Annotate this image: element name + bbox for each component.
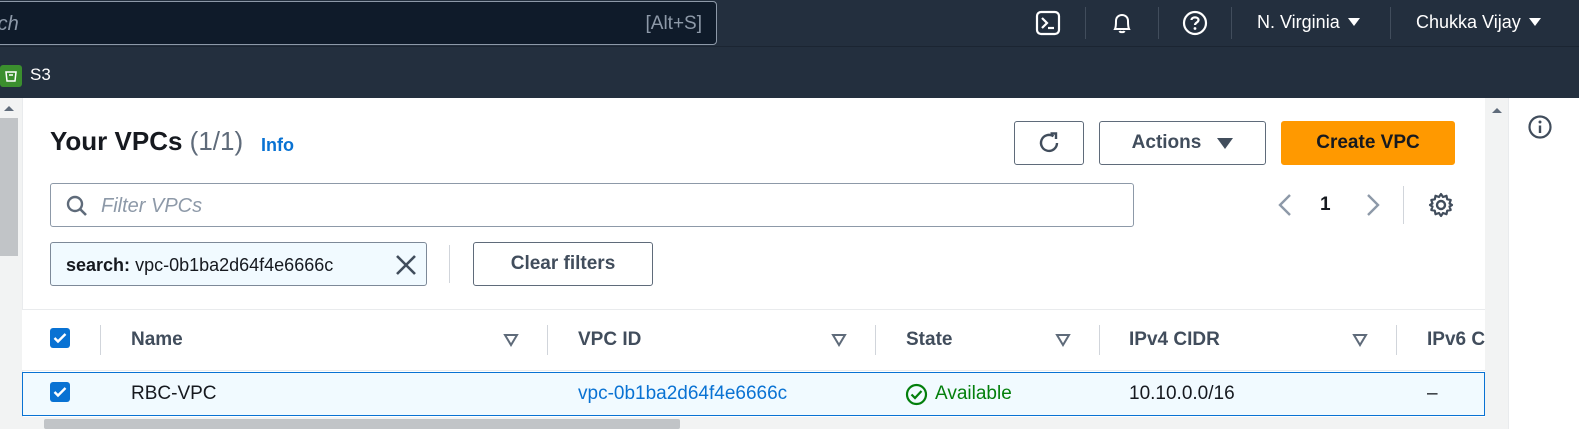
scrollbar-thumb[interactable] [0, 118, 18, 256]
cloudshell-icon[interactable] [1033, 8, 1063, 38]
column-header-name[interactable]: Name [131, 329, 183, 351]
horizontal-scrollbar[interactable] [22, 417, 1485, 429]
next-page-icon[interactable] [1364, 192, 1382, 218]
right-scrollbar[interactable] [1485, 98, 1509, 429]
cell-name: RBC-VPC [131, 383, 217, 404]
caret-down-icon [1217, 137, 1234, 149]
create-vpc-label: Create VPC [1316, 132, 1420, 153]
select-all-checkbox[interactable] [50, 328, 70, 348]
global-search-input[interactable]: rch [Alt+S] [0, 1, 717, 45]
refresh-button[interactable] [1014, 121, 1084, 165]
remove-filter-icon[interactable] [394, 253, 418, 277]
filter-token: search: vpc-0b1ba2d64f4e6666c [50, 242, 427, 286]
filter-token-value: vpc-0b1ba2d64f4e6666c [135, 255, 334, 275]
column-divider [1099, 325, 1100, 355]
cell-vpc-id-link[interactable]: vpc-0b1ba2d64f4e6666c [578, 383, 787, 405]
help-panel-rail [1509, 98, 1579, 429]
nav-divider [1390, 7, 1391, 39]
caret-down-icon [1347, 18, 1360, 26]
cell-state: Available [935, 383, 1012, 404]
service-favorites-bar [0, 46, 1579, 98]
s3-service-link[interactable]: S3 [30, 65, 51, 85]
column-header-state[interactable]: State [906, 329, 952, 351]
sort-icon[interactable] [831, 333, 847, 347]
caret-down-icon [1528, 18, 1541, 26]
row-checkbox[interactable] [50, 382, 70, 402]
current-page-number[interactable]: 1 [1320, 194, 1331, 216]
search-placeholder: rch [0, 13, 19, 35]
region-selector[interactable]: N. Virginia [1257, 12, 1360, 33]
column-divider [100, 325, 101, 355]
filter-token-text: search: vpc-0b1ba2d64f4e6666c [66, 255, 333, 276]
s3-service-icon[interactable] [0, 65, 22, 87]
filter-placeholder: Filter VPCs [101, 195, 203, 217]
cell-ipv6-cidr: – [1427, 383, 1438, 404]
clear-filters-button[interactable]: Clear filters [473, 242, 653, 286]
nav-divider [1231, 7, 1232, 39]
column-divider [547, 325, 548, 355]
column-divider [875, 325, 876, 355]
item-count: (1/1) [189, 126, 244, 156]
region-label: N. Virginia [1257, 12, 1340, 32]
gear-icon[interactable] [1427, 191, 1455, 219]
column-header-ipv4-cidr[interactable]: IPv4 CIDR [1129, 329, 1220, 351]
sort-icon[interactable] [503, 333, 519, 347]
previous-page-icon[interactable] [1276, 192, 1294, 218]
user-label: Chukka Vijay [1416, 12, 1521, 32]
cell-ipv4-cidr: 10.10.0.0/16 [1129, 383, 1235, 404]
column-header-vpc-id[interactable]: VPC ID [578, 329, 641, 351]
nav-divider [1158, 7, 1159, 39]
filter-vpcs-input[interactable]: Filter VPCs [50, 183, 1134, 227]
actions-button[interactable]: Actions [1099, 121, 1266, 165]
sort-icon[interactable] [1055, 333, 1071, 347]
top-navigation: rch [Alt+S] N. Virginia Chukka Vijay [0, 0, 1579, 46]
column-header-ipv6-cidr[interactable]: IPv6 C [1427, 329, 1485, 351]
bell-icon[interactable] [1107, 8, 1137, 38]
left-scrollbar[interactable] [0, 98, 20, 429]
filter-divider [449, 245, 450, 283]
scrollbar-thumb[interactable] [44, 419, 680, 429]
table-header [22, 309, 1485, 371]
help-icon[interactable] [1180, 8, 1210, 38]
page-title: Your VPCs (1/1) [50, 126, 243, 157]
user-menu[interactable]: Chukka Vijay [1416, 12, 1541, 33]
sort-icon[interactable] [1352, 333, 1368, 347]
search-shortcut-hint: [Alt+S] [645, 13, 703, 34]
scroll-up-arrow-icon[interactable] [1491, 106, 1503, 114]
page-title-text: Your VPCs [50, 126, 183, 156]
refresh-icon [1039, 132, 1059, 153]
search-icon [66, 195, 87, 216]
info-icon[interactable] [1527, 114, 1553, 140]
actions-label: Actions [1131, 132, 1202, 153]
info-link[interactable]: Info [261, 135, 294, 156]
status-available-icon [905, 383, 928, 406]
column-divider [1396, 325, 1397, 355]
nav-divider [1085, 7, 1086, 39]
filter-token-key: search: [66, 255, 131, 275]
pagination-divider [1403, 186, 1404, 224]
create-vpc-button[interactable]: Create VPC [1281, 121, 1455, 165]
scroll-up-arrow-icon[interactable] [3, 104, 15, 112]
clear-filters-label: Clear filters [510, 253, 616, 274]
